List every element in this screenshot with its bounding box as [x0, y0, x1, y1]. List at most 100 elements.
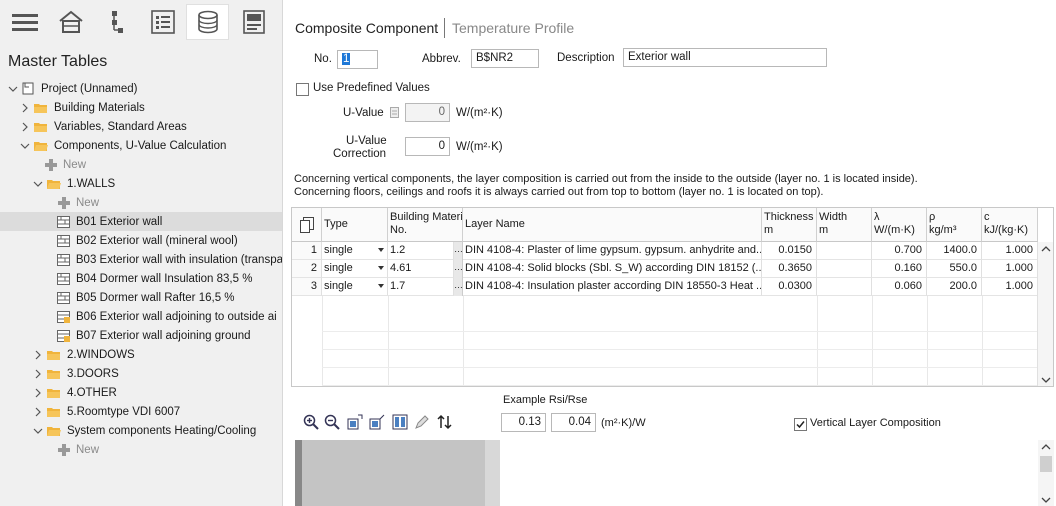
rsi-rse-unit: (m²·K)/W [601, 417, 646, 429]
ellipsis-button[interactable]: … [454, 260, 463, 278]
header-heat-capacity-unit: kJ/(kg·K) [984, 224, 1028, 236]
zoom-in-icon[interactable] [302, 413, 320, 431]
tree-item-building-materials[interactable]: Building Materials [0, 98, 282, 117]
thickness-cell[interactable]: 0.0300 [762, 278, 817, 296]
vertical-layer-checkbox[interactable] [794, 418, 807, 431]
heat-capacity-cell[interactable]: 1.000 [982, 260, 1038, 278]
copy-icon[interactable] [292, 208, 322, 242]
use-predefined-checkbox[interactable] [296, 83, 309, 96]
chevron-down-icon[interactable] [8, 84, 18, 94]
layer-name-cell[interactable]: DIN 4108-4: Solid blocks (Sbl. S_W) acco… [463, 260, 762, 278]
no-field[interactable]: 1 [337, 50, 378, 69]
tree-item-components[interactable]: Components, U-Value Calculation [0, 136, 282, 155]
tree-item-other[interactable]: 4.OTHER [0, 383, 282, 402]
tree-item-b06[interactable]: B06 Exterior wall adjoining to outside a… [0, 307, 282, 326]
tree-item-windows[interactable]: 2.WINDOWS [0, 345, 282, 364]
building-material-cell[interactable]: 1.7 [388, 278, 454, 296]
abbrev-field[interactable]: B$NR2 [471, 49, 539, 68]
layer-name-cell[interactable]: DIN 4108-4: Insulation plaster according… [463, 278, 762, 296]
dropdown-arrow-icon[interactable] [378, 266, 384, 270]
ellipsis-button[interactable]: … [454, 242, 463, 260]
sidebar-toolbar [0, 0, 282, 44]
calculator-icon[interactable] [390, 107, 399, 118]
u-value-correction-field[interactable]: 0 [405, 137, 450, 156]
tree-item-system-components[interactable]: System components Heating/Cooling [0, 421, 282, 440]
scroll-down-icon[interactable] [1041, 376, 1051, 384]
ellipsis-button[interactable]: … [454, 278, 463, 296]
layer-name-cell[interactable]: DIN 4108-4: Plaster of lime gypsum. gyps… [463, 242, 762, 260]
tree-item-b04[interactable]: B04 Dormer wall Insulation 83,5 % [0, 269, 282, 288]
folder-icon [47, 407, 60, 417]
grid-scrollbar[interactable] [1037, 242, 1053, 386]
dropdown-arrow-icon[interactable] [378, 248, 384, 252]
heat-capacity-cell[interactable]: 1.000 [982, 242, 1038, 260]
list-icon[interactable] [141, 4, 184, 40]
density-cell[interactable]: 200.0 [927, 278, 982, 296]
menu-icon[interactable] [3, 4, 46, 40]
sort-icon[interactable] [436, 413, 454, 431]
building-material-cell[interactable]: 1.2 [388, 242, 454, 260]
edit-icon[interactable] [413, 413, 431, 431]
thickness-cell[interactable]: 0.0150 [762, 242, 817, 260]
chevron-right-icon[interactable] [33, 369, 43, 379]
hierarchy-icon[interactable] [95, 4, 138, 40]
folder-icon [34, 103, 47, 113]
tab-temperature-profile[interactable]: Temperature Profile [452, 20, 574, 36]
preview-scrollbar[interactable] [1038, 440, 1054, 506]
width-cell[interactable] [817, 278, 872, 296]
width-cell[interactable] [817, 242, 872, 260]
columns-icon[interactable] [391, 413, 409, 431]
building-icon[interactable] [49, 4, 92, 40]
scroll-up-icon[interactable] [1041, 443, 1051, 451]
tree-item-doors[interactable]: 3.DOORS [0, 364, 282, 383]
tree-item-roomtype[interactable]: 5.Roomtype VDI 6007 [0, 402, 282, 421]
insert-layer-icon[interactable] [346, 413, 364, 431]
database-icon[interactable] [186, 4, 229, 40]
chevron-right-icon[interactable] [33, 350, 43, 360]
tab-composite-component[interactable]: Composite Component [295, 20, 438, 36]
tree-item-b03[interactable]: B03 Exterior wall with insulation (trans… [0, 250, 282, 269]
dropdown-arrow-icon[interactable] [378, 284, 384, 288]
width-cell[interactable] [817, 260, 872, 278]
scroll-down-icon[interactable] [1041, 496, 1051, 504]
chevron-down-icon[interactable] [33, 179, 43, 189]
tree-item-project[interactable]: Project (Unnamed) [0, 79, 282, 98]
insert-layer-2-icon[interactable] [368, 413, 386, 431]
layer-preview [295, 440, 500, 506]
heat-capacity-cell[interactable]: 1.000 [982, 278, 1038, 296]
chevron-down-icon[interactable] [33, 426, 43, 436]
tree-item-b01[interactable]: B01 Exterior wall [0, 212, 282, 231]
building-material-cell[interactable]: 4.61 [388, 260, 454, 278]
scroll-up-icon[interactable] [1041, 245, 1051, 253]
lambda-cell[interactable]: 0.700 [872, 242, 927, 260]
u-value-field[interactable]: 0 [405, 103, 450, 122]
tree-item-new[interactable]: New [0, 440, 282, 459]
rse-field[interactable]: 0.04 [551, 413, 596, 432]
tree-item-variables[interactable]: Variables, Standard Areas [0, 117, 282, 136]
chevron-right-icon[interactable] [33, 407, 43, 417]
lambda-cell[interactable]: 0.160 [872, 260, 927, 278]
description-field[interactable]: Exterior wall [623, 48, 827, 67]
tree-item-b02[interactable]: B02 Exterior wall (mineral wool) [0, 231, 282, 250]
tree-item-walls[interactable]: 1.WALLS [0, 174, 282, 193]
tree-item-label: New [76, 196, 100, 209]
thickness-cell[interactable]: 0.3650 [762, 260, 817, 278]
density-cell[interactable]: 550.0 [927, 260, 982, 278]
form-icon[interactable] [232, 4, 275, 40]
chevron-down-icon[interactable] [20, 141, 30, 151]
tree-item-label: B04 Dormer wall Insulation 83,5 % [76, 272, 253, 285]
tree-item-new[interactable]: New [0, 155, 282, 174]
lambda-cell[interactable]: 0.060 [872, 278, 927, 296]
tree-item-b07[interactable]: B07 Exterior wall adjoining ground [0, 326, 282, 345]
chevron-right-icon[interactable] [20, 103, 30, 113]
header-building-material-line1: Building Materia [390, 211, 463, 223]
zoom-out-icon[interactable] [323, 413, 341, 431]
tree-item-new[interactable]: New [0, 193, 282, 212]
layers-grid: Type Building Materia No. Layer Name Thi… [291, 207, 1054, 387]
tree-item-b05[interactable]: B05 Dormer wall Rafter 16,5 % [0, 288, 282, 307]
chevron-right-icon[interactable] [20, 122, 30, 132]
rsi-field[interactable]: 0.13 [501, 413, 546, 432]
scroll-thumb[interactable] [1040, 456, 1052, 472]
density-cell[interactable]: 1400.0 [927, 242, 982, 260]
chevron-right-icon[interactable] [33, 388, 43, 398]
